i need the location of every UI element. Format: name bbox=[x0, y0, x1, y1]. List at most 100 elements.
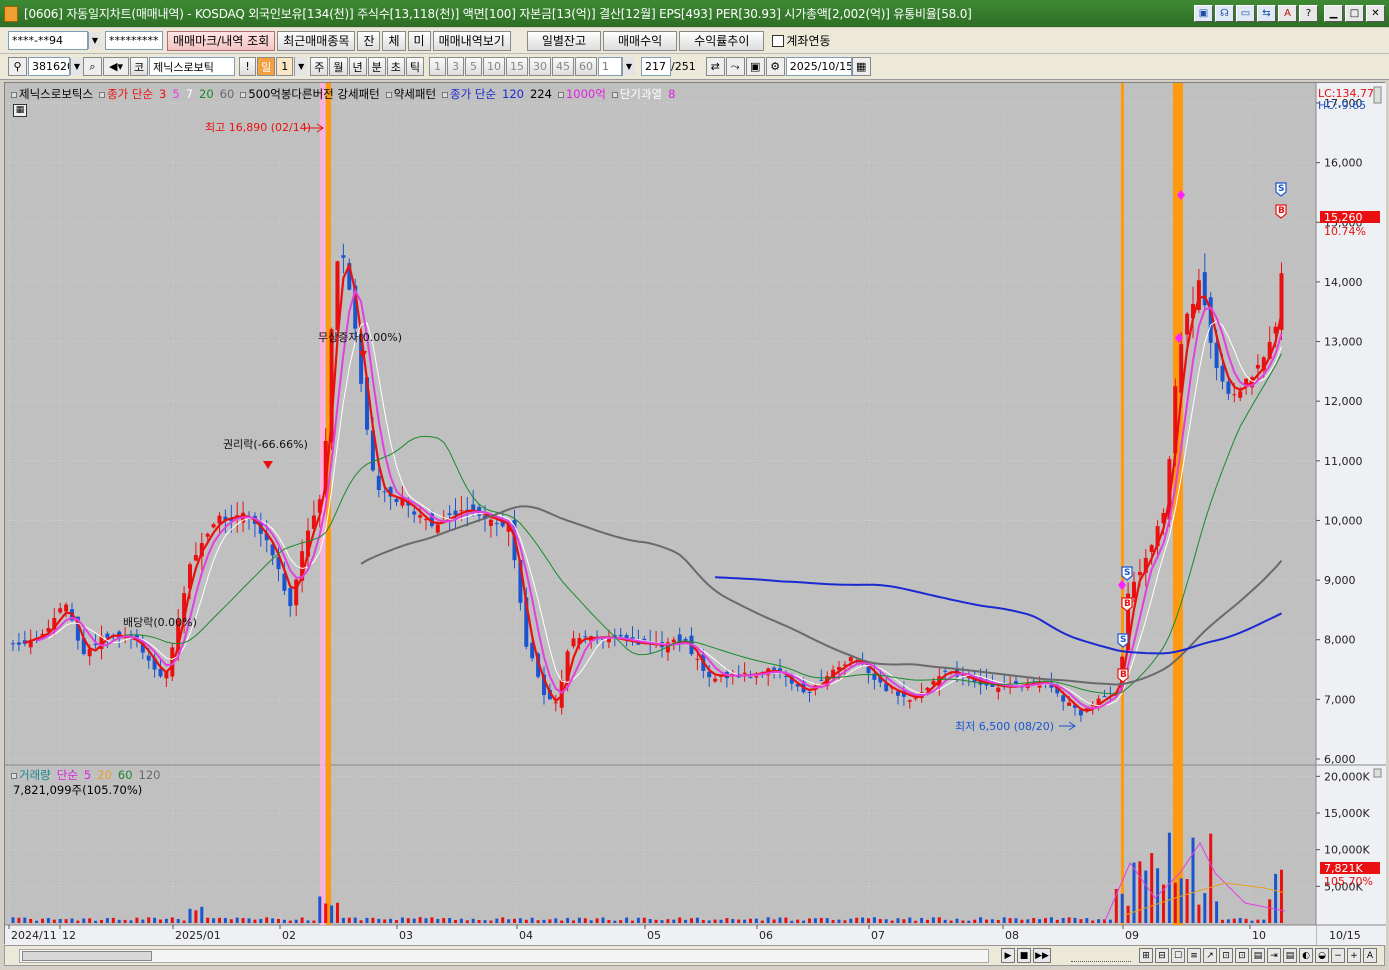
volume-bar bbox=[684, 919, 688, 923]
sync-icon[interactable]: ☊ bbox=[1215, 5, 1234, 22]
split-icon[interactable]: ⊡ bbox=[1235, 948, 1249, 963]
password-field[interactable]: ********* bbox=[105, 31, 163, 50]
toolbar-account: ****-**94 ▼ ********* 매매마크/내역 조회 최근매매종목 … bbox=[0, 28, 1389, 54]
period-month-button[interactable]: 월 bbox=[329, 57, 348, 76]
theme-icon[interactable]: ◒ bbox=[1315, 948, 1329, 963]
period-tick-button[interactable]: 틱 bbox=[405, 57, 424, 76]
stop-icon[interactable]: ■ bbox=[1017, 948, 1031, 963]
layout-icon[interactable]: ⊞ bbox=[1139, 948, 1153, 963]
period-count-input[interactable]: 1 bbox=[276, 57, 294, 76]
zoom-track[interactable] bbox=[1071, 950, 1131, 962]
interval-button[interactable]: 60 bbox=[575, 57, 597, 76]
search-icon[interactable]: ⌕ bbox=[83, 57, 102, 76]
y-tick-label: 8,000 bbox=[1324, 634, 1356, 647]
trade-mark-query-button[interactable]: 매매마크/내역 조회 bbox=[167, 30, 276, 51]
volume-bar bbox=[1256, 919, 1260, 923]
volume-bar bbox=[58, 919, 62, 923]
annotation-rights: 권리락(-66.66%) bbox=[223, 438, 308, 451]
bar-count-input[interactable]: 217 bbox=[641, 57, 671, 76]
volume-bar bbox=[796, 919, 800, 923]
swap-icon[interactable]: ⇆ bbox=[1257, 5, 1276, 22]
chevron-down-icon[interactable]: ▼ bbox=[88, 32, 101, 49]
stock-name-field[interactable]: 제닉스로보틱 bbox=[149, 57, 236, 76]
interval-button[interactable]: 15 bbox=[506, 57, 528, 76]
price-volume-chart[interactable]: 17,00016,00015,00014,00013,00012,00011,0… bbox=[5, 83, 1386, 945]
stock-code-input[interactable]: 381620 bbox=[28, 57, 70, 76]
zoom-in-icon[interactable]: + bbox=[1347, 948, 1361, 963]
chart-tool-icon[interactable]: ⤳ bbox=[725, 57, 745, 76]
chevron-down-icon[interactable]: ▼ bbox=[70, 58, 83, 75]
legend-vol-ma-20: 20 bbox=[97, 768, 112, 782]
interval-button[interactable]: 10 bbox=[483, 57, 505, 76]
fast-forward-icon[interactable]: ▶▶ bbox=[1033, 948, 1051, 963]
gear-icon[interactable]: ⚙ bbox=[765, 57, 785, 76]
trade-profit-button[interactable]: 매매수익 bbox=[603, 30, 678, 51]
account-link-checkbox[interactable] bbox=[772, 34, 785, 47]
monitor-icon[interactable]: ▭ bbox=[1236, 5, 1255, 22]
scroll-thumb[interactable] bbox=[22, 951, 152, 961]
window-icon[interactable]: ☐ bbox=[1171, 948, 1185, 963]
trend-icon[interactable]: ↗ bbox=[1203, 948, 1217, 963]
interval-button[interactable]: 45 bbox=[552, 57, 574, 76]
chevron-down-icon[interactable]: ▼ bbox=[622, 57, 635, 76]
volume-bar bbox=[849, 918, 853, 923]
font-size-icon[interactable]: A bbox=[1363, 948, 1377, 963]
scale-handle bbox=[1373, 768, 1382, 778]
interval-button[interactable]: 3 bbox=[447, 57, 464, 76]
jump-icon[interactable]: ⇥ bbox=[1267, 948, 1281, 963]
minimize-button[interactable]: ▁ bbox=[1324, 5, 1343, 22]
font-icon[interactable]: A bbox=[1278, 5, 1297, 22]
help-icon[interactable]: ? bbox=[1299, 5, 1318, 22]
zoom-out-icon[interactable]: − bbox=[1331, 948, 1345, 963]
volume-bar bbox=[813, 918, 817, 923]
pin-icon[interactable]: ⚲ bbox=[8, 57, 27, 76]
recent-trades-button[interactable]: 최근매매종목 bbox=[277, 30, 356, 51]
contrast-icon[interactable]: ◐ bbox=[1299, 948, 1313, 963]
account-select[interactable]: ****-**94 bbox=[8, 31, 88, 50]
volume-bar bbox=[583, 918, 587, 923]
volume-bar bbox=[1167, 832, 1171, 923]
volume-bar bbox=[790, 920, 794, 923]
period-minute-button[interactable]: 분 bbox=[367, 57, 386, 76]
unfilled-button[interactable]: 미 bbox=[407, 30, 431, 51]
grid-icon[interactable]: ▤ bbox=[1251, 948, 1265, 963]
executed-button[interactable]: 체 bbox=[382, 30, 406, 51]
period-year-button[interactable]: 년 bbox=[348, 57, 367, 76]
maximize-button[interactable]: □ bbox=[1345, 5, 1364, 22]
pan-icon[interactable]: ⇄ bbox=[705, 57, 725, 76]
list-icon[interactable]: ≡ bbox=[1187, 948, 1201, 963]
interval-button[interactable]: 1 bbox=[429, 57, 446, 76]
speaker-icon[interactable]: ◀▾ bbox=[103, 57, 129, 76]
volume-bar bbox=[35, 920, 39, 923]
period-week-button[interactable]: 주 bbox=[310, 57, 329, 76]
interval-button[interactable]: 5 bbox=[465, 57, 482, 76]
calendar-icon[interactable]: ▦ bbox=[851, 57, 871, 76]
volume-bar bbox=[890, 920, 894, 923]
window-title: [0606] 자동일지차트(매매내역) - KOSDAQ 외국인보유[134(천… bbox=[24, 7, 972, 21]
volume-tick-label: 20,000K bbox=[1324, 770, 1370, 783]
daily-balance-button[interactable]: 일별잔고 bbox=[526, 30, 601, 51]
interval-input[interactable]: 1 bbox=[598, 57, 622, 76]
warning-button[interactable]: ! bbox=[239, 57, 257, 76]
period-second-button[interactable]: 초 bbox=[386, 57, 405, 76]
link-icon[interactable]: ▣ bbox=[1194, 5, 1213, 22]
save-icon[interactable]: ▣ bbox=[745, 57, 765, 76]
return-trend-button[interactable]: 수익률추이 bbox=[679, 30, 765, 51]
table-icon[interactable]: ▦ bbox=[13, 104, 27, 117]
period-day-button[interactable]: 일 bbox=[257, 57, 276, 76]
market-button[interactable]: 코 bbox=[130, 57, 149, 76]
layout-icon[interactable]: ⊟ bbox=[1155, 948, 1169, 963]
balance-button[interactable]: 잔 bbox=[357, 30, 381, 51]
chart-scrollbar[interactable] bbox=[19, 949, 989, 963]
split-icon[interactable]: ⊡ bbox=[1219, 948, 1233, 963]
grid-icon[interactable]: ▤ bbox=[1283, 948, 1297, 963]
close-button[interactable]: ✕ bbox=[1366, 5, 1385, 22]
date-input[interactable]: 2025/10/15 bbox=[785, 57, 852, 76]
volume-bar bbox=[23, 917, 27, 923]
chart-area[interactable]: 17,00016,00015,00014,00013,00012,00011,0… bbox=[4, 82, 1386, 945]
trade-history-button[interactable]: 매매내역보기 bbox=[432, 30, 511, 51]
chevron-down-icon[interactable]: ▼ bbox=[294, 57, 308, 76]
play-icon[interactable]: ▶ bbox=[1001, 948, 1015, 963]
interval-button[interactable]: 30 bbox=[529, 57, 551, 76]
x-tick-label: 06 bbox=[759, 929, 773, 942]
